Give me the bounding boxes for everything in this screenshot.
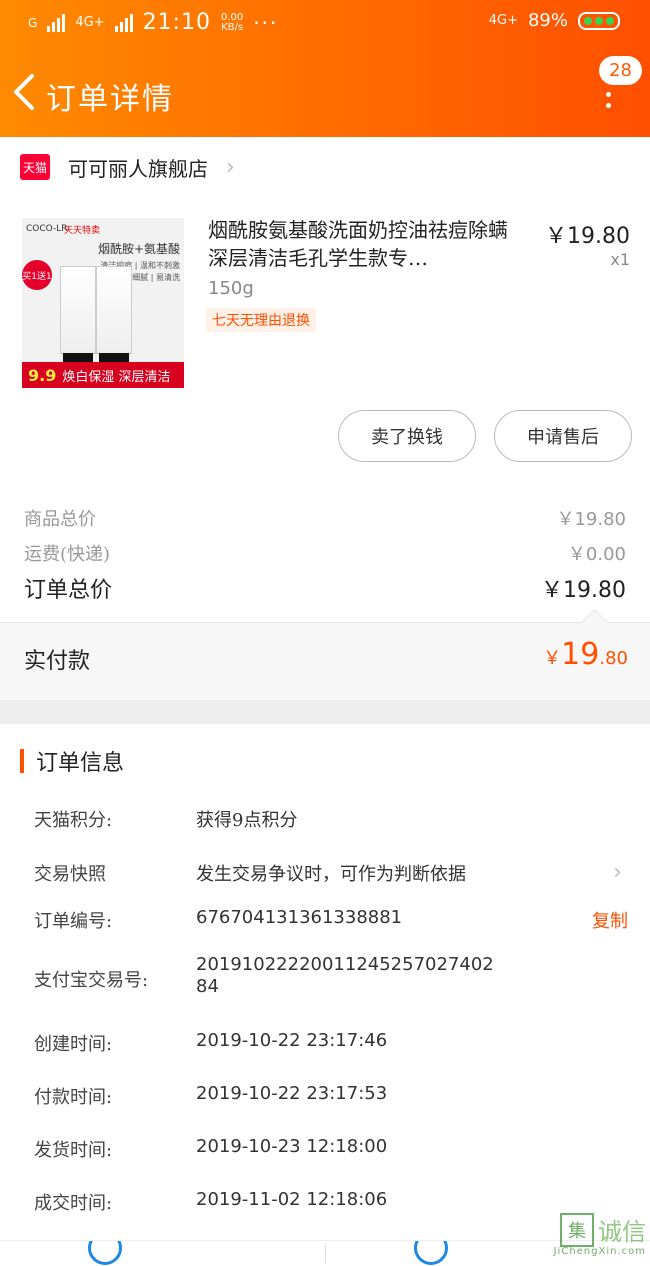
alipay-value-line1: 20191022220011245257027402 <box>196 954 494 975</box>
watermark: 集 诚信 JiChengXin.com <box>554 1212 646 1257</box>
shipped-time-value: 2019-10-23 12:18:00 <box>196 1136 388 1157</box>
paid-integer: 19 <box>561 637 600 672</box>
shipping-row: 运费(快递) ￥0.00 <box>24 540 626 566</box>
image-strip-price: 9.9 <box>28 365 57 385</box>
signal-icon <box>47 13 66 32</box>
page-title: 订单详情 <box>46 82 174 117</box>
order-number-label: 订单编号: <box>34 911 113 932</box>
sim1-label: G <box>28 15 38 30</box>
order-info-heading: 订单信息 <box>20 745 124 777</box>
created-time-value: 2019-10-22 23:17:46 <box>196 1030 388 1051</box>
order-info-title: 订单信息 <box>36 751 125 776</box>
copy-button[interactable]: 复制 <box>592 907 628 933</box>
alipay-value: 20191022220011245257027402 84 <box>196 954 494 998</box>
tube-left <box>60 266 96 363</box>
alipay-row: 支付宝交易号: 20191022220011245257027402 84 <box>34 954 630 1002</box>
image-brand: COCO-LR <box>26 224 68 234</box>
goods-total-row: 商品总价 ￥19.80 <box>24 505 626 531</box>
order-total-row: 订单总价 ￥19.80 <box>24 572 626 604</box>
more-menu-icon[interactable] <box>606 92 612 114</box>
paid-value: ￥19.80 <box>543 637 628 672</box>
signal-icon-2 <box>114 13 133 32</box>
back-arrow-icon[interactable] <box>10 72 38 112</box>
product-quantity: x1 <box>610 250 630 269</box>
product-image[interactable]: COCO-LR 天天特卖 烟酰胺+氨基酸 清洁控痘 | 温和不刺激 泡沫细腻 |… <box>22 218 184 388</box>
paid-time-value: 2019-10-22 23:17:53 <box>196 1083 388 1104</box>
alipay-label: 支付宝交易号: <box>34 970 149 991</box>
clock: 21:10 <box>142 10 211 35</box>
return-policy-tag: 七天无理由退换 <box>206 308 316 332</box>
watermark-logo: 集 <box>560 1212 594 1247</box>
heading-accent-bar <box>20 749 24 773</box>
contact-seller-icon[interactable] <box>88 1241 122 1265</box>
sim2-label: 4G+ <box>75 15 105 30</box>
shipping-value: ￥0.00 <box>567 544 626 565</box>
snapshot-value: 发生交易争议时，可作为判断依据 <box>196 864 466 885</box>
image-tag: 天天特卖 <box>64 226 101 236</box>
completed-time-label: 成交时间: <box>34 1193 113 1214</box>
paid-time-label: 付款时间: <box>34 1087 113 1108</box>
network-type: 4G+ <box>488 13 518 28</box>
tmall-icon: 天猫 <box>20 154 50 180</box>
product-spec: 150g <box>208 278 254 299</box>
header: G 4G+ 21:10 0.00 KB/s ··· 4G+ 89% 订单详情 28 <box>0 0 650 137</box>
message-count-badge[interactable]: 28 <box>599 56 642 85</box>
created-time-label: 创建时间: <box>34 1034 113 1055</box>
battery-percent: 89% <box>527 10 568 31</box>
watermark-text: 诚信 <box>598 1218 646 1246</box>
alipay-value-line2: 84 <box>196 976 219 997</box>
promo-circle: 买1送1 <box>22 260 52 290</box>
paid-currency: ￥ <box>543 648 562 669</box>
chevron-right-icon: › <box>613 860 622 885</box>
shipping-label: 运费(快递) <box>24 544 111 565</box>
chevron-right-icon: › <box>226 154 235 180</box>
pointer-arrow <box>581 609 608 636</box>
completed-time-value: 2019-11-02 12:18:06 <box>196 1189 388 1210</box>
more-notifications-icon: ··· <box>253 10 279 35</box>
tube-right <box>96 266 132 363</box>
image-strip: 9.9 焕白保湿 深层清洁 <box>22 362 184 388</box>
product-price: ￥19.80 <box>545 224 630 249</box>
phone-icon[interactable] <box>414 1241 448 1265</box>
order-number-value: 676704131361338881 <box>196 907 403 928</box>
points-value: 获得9点积分 <box>196 810 298 831</box>
section-divider <box>0 700 650 724</box>
nav-bar: 订单详情 28 <box>0 56 650 126</box>
order-total-label: 订单总价 <box>24 578 113 603</box>
sell-button[interactable]: 卖了换钱 <box>338 410 476 462</box>
goods-total-label: 商品总价 <box>24 509 96 530</box>
paid-label: 实付款 <box>24 649 91 674</box>
points-label: 天猫积分: <box>34 810 113 831</box>
product-name[interactable]: 烟酰胺氨基酸洗面奶控油祛痘除螨深层清洁毛孔学生款专… <box>208 216 518 272</box>
paid-amount-section: 实付款 ￥19.80 <box>0 609 650 701</box>
paid-decimal: .80 <box>599 648 628 669</box>
status-bar: G 4G+ 21:10 0.00 KB/s ··· 4G+ 89% <box>0 0 650 50</box>
shipped-time-label: 发货时间: <box>34 1140 113 1161</box>
order-total-value: ￥19.80 <box>541 578 626 603</box>
net-speed-unit: KB/s <box>221 21 244 33</box>
footer-divider <box>325 1243 326 1263</box>
goods-total-value: ￥19.80 <box>556 509 626 530</box>
after-sale-button[interactable]: 申请售后 <box>494 410 632 462</box>
snapshot-label: 交易快照 <box>34 864 106 885</box>
product-item[interactable]: COCO-LR 天天特卖 烟酰胺+氨基酸 清洁控痘 | 温和不刺激 泡沫细腻 |… <box>0 210 650 400</box>
store-name: 可可丽人旗舰店 <box>68 156 208 181</box>
net-speed: 0.00 KB/s <box>221 12 244 33</box>
image-header: 烟酰胺+氨基酸 <box>97 242 180 256</box>
bottom-action-bar <box>0 1240 650 1266</box>
watermark-url: JiChengXin.com <box>553 1246 646 1257</box>
image-strip-text: 焕白保湿 深层清洁 <box>62 369 171 385</box>
battery-icon <box>578 11 620 30</box>
store-row[interactable]: 天猫 可可丽人旗舰店 › <box>0 137 650 197</box>
